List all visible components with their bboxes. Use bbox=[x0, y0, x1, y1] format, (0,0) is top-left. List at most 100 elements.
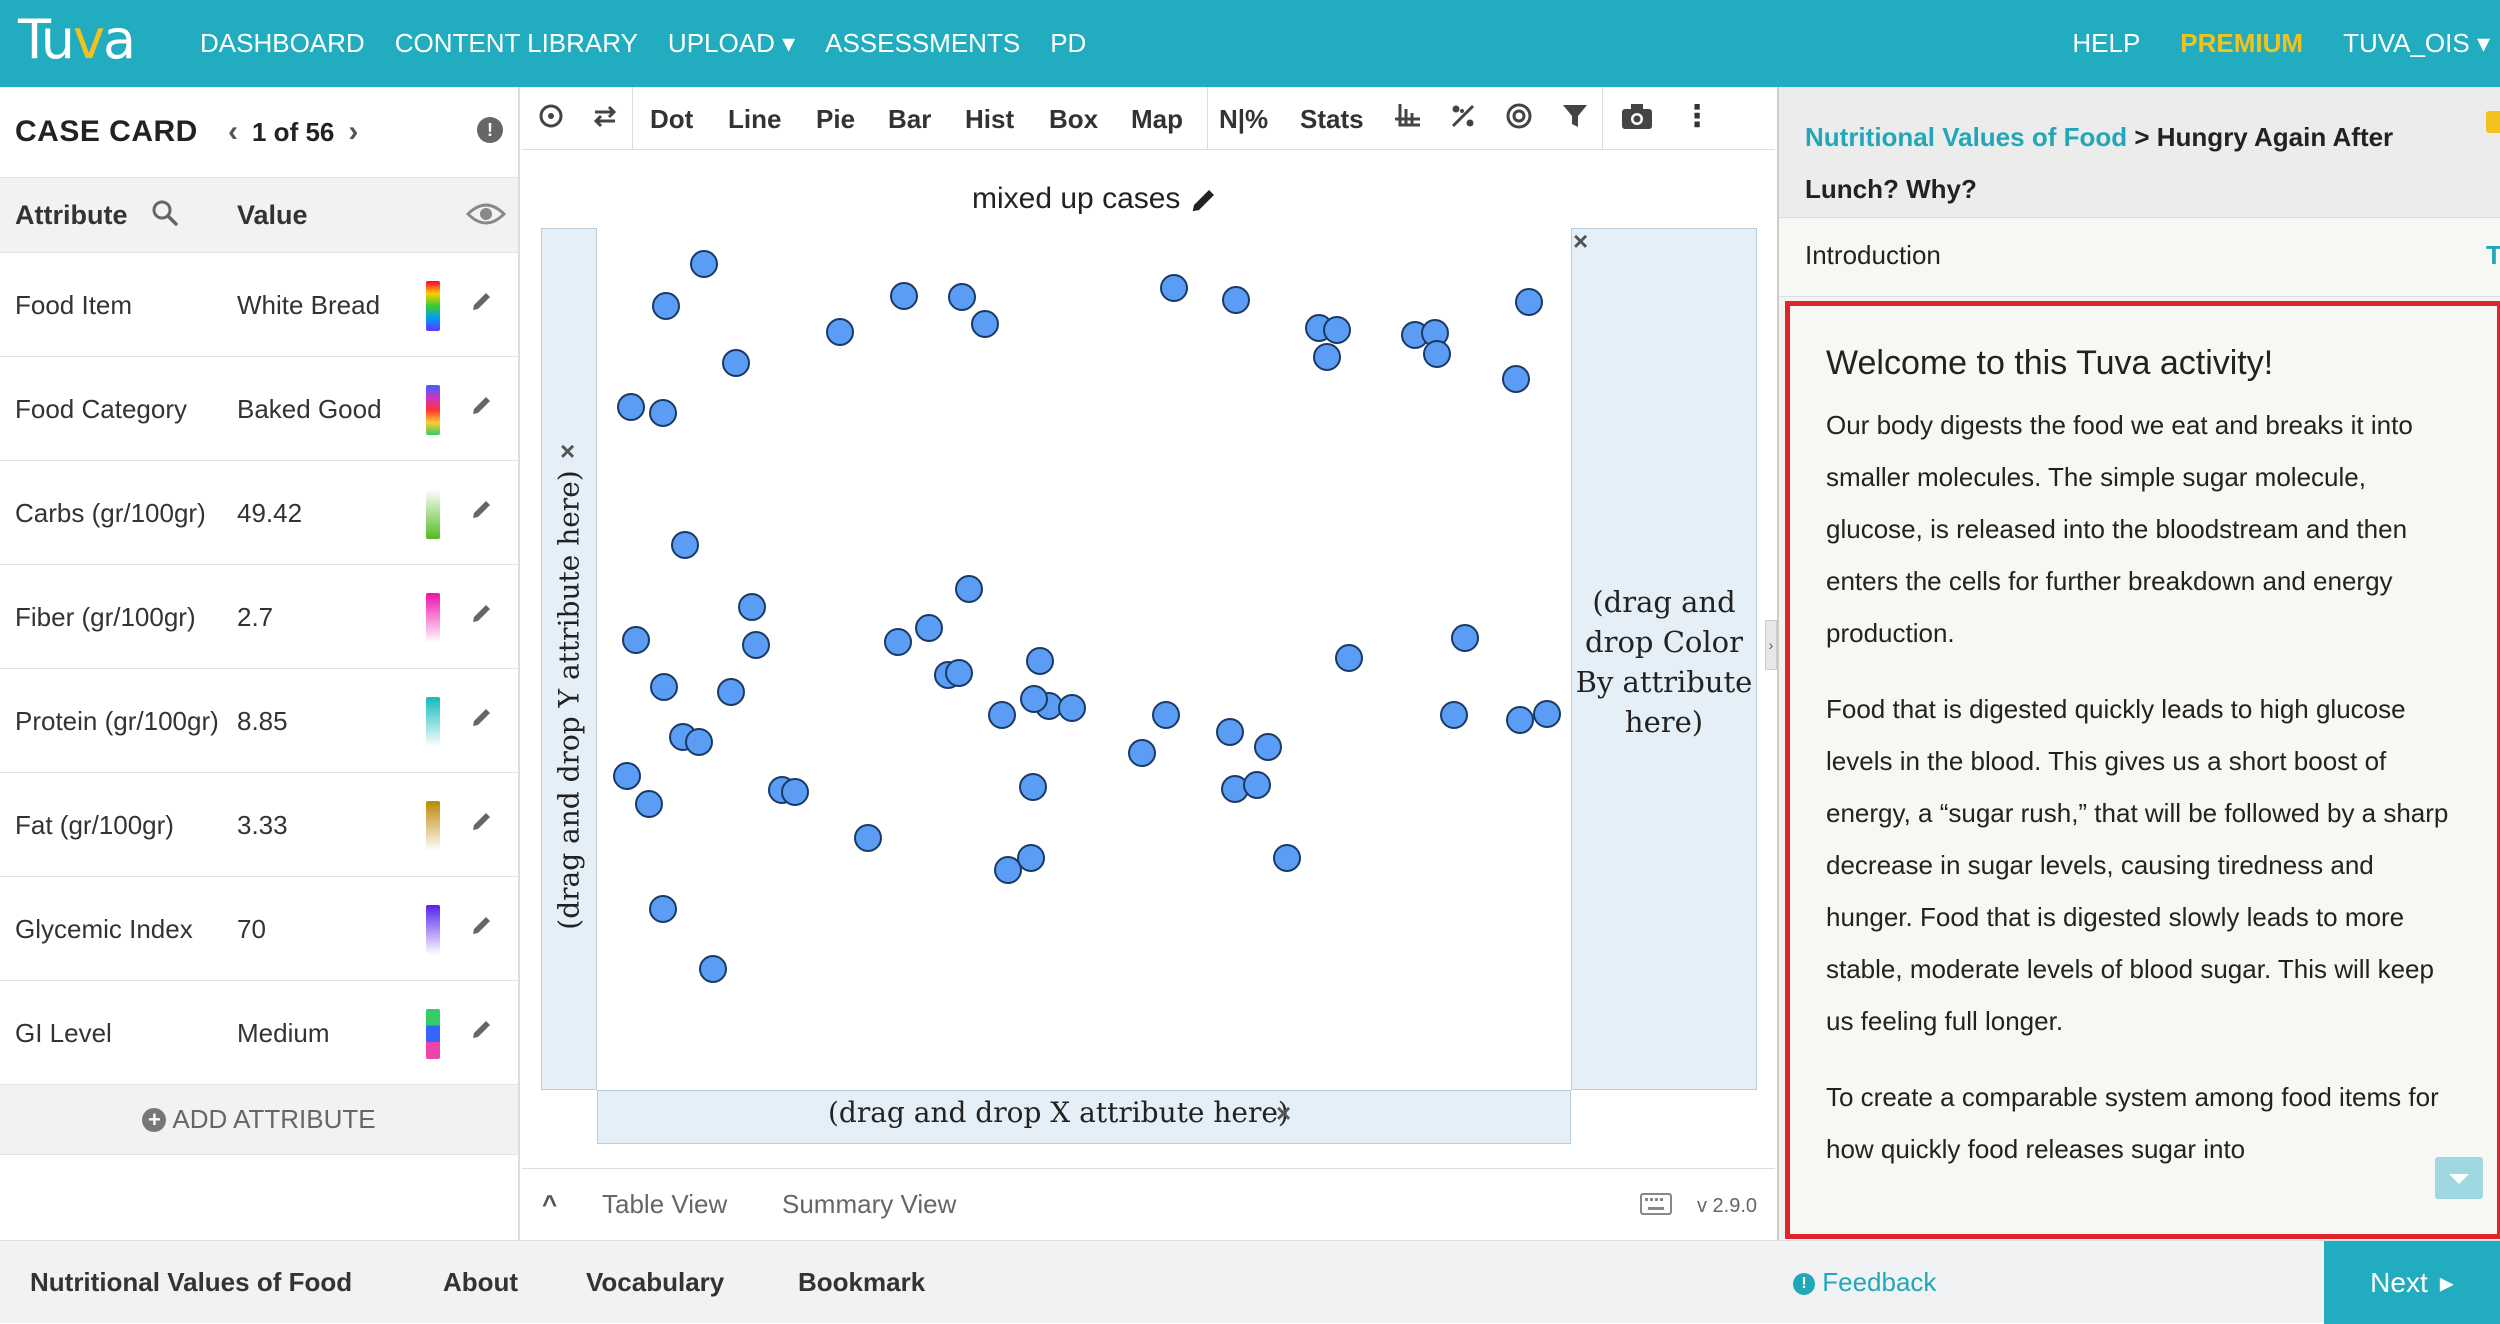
axis-lines-icon[interactable] bbox=[1392, 101, 1422, 138]
case-point[interactable] bbox=[1423, 340, 1451, 368]
case-point[interactable] bbox=[854, 824, 882, 852]
camera-icon[interactable] bbox=[1620, 101, 1654, 138]
color-scale-icon[interactable] bbox=[426, 1009, 440, 1059]
pencil-icon[interactable] bbox=[470, 809, 494, 840]
case-point[interactable] bbox=[1323, 316, 1351, 344]
dataset-link[interactable]: Nutritional Values of Food bbox=[1805, 122, 2127, 152]
close-icon[interactable]: × bbox=[1276, 1098, 1291, 1129]
reset-icon[interactable] bbox=[536, 101, 566, 138]
tool-dot[interactable]: Dot bbox=[650, 104, 693, 135]
case-point[interactable] bbox=[1313, 343, 1341, 371]
case-point[interactable] bbox=[613, 762, 641, 790]
table-view-tab[interactable]: Table View bbox=[602, 1189, 727, 1220]
keyboard-icon[interactable] bbox=[1640, 1191, 1672, 1222]
more-options-icon[interactable]: ⋮ bbox=[1682, 99, 1712, 134]
close-icon[interactable]: × bbox=[1573, 226, 1588, 257]
attribute-name[interactable]: Fiber (gr/100gr) bbox=[15, 565, 230, 669]
case-point[interactable] bbox=[685, 728, 713, 756]
info-icon[interactable]: ! bbox=[477, 117, 503, 143]
pencil-icon[interactable] bbox=[470, 497, 494, 528]
feedback-link[interactable]: ! Feedback bbox=[1793, 1267, 1936, 1298]
case-point[interactable] bbox=[1515, 288, 1543, 316]
pencil-icon[interactable] bbox=[470, 913, 494, 944]
next-button[interactable]: Next ▸ bbox=[2324, 1241, 2500, 1324]
case-point[interactable] bbox=[1019, 773, 1047, 801]
tool-bar[interactable]: Bar bbox=[888, 104, 931, 135]
tool-n-percent[interactable]: N|% bbox=[1219, 104, 1268, 135]
case-point[interactable] bbox=[1502, 365, 1530, 393]
case-point[interactable] bbox=[1020, 685, 1048, 713]
nav-assessments[interactable]: ASSESSMENTS bbox=[825, 28, 1020, 59]
eye-icon[interactable] bbox=[465, 200, 507, 235]
attribute-name[interactable]: Protein (gr/100gr) bbox=[15, 669, 230, 773]
color-scale-icon[interactable] bbox=[426, 697, 440, 747]
case-point[interactable] bbox=[1026, 647, 1054, 675]
tool-pie[interactable]: Pie bbox=[816, 104, 855, 135]
case-point[interactable] bbox=[622, 626, 650, 654]
color-scale-icon[interactable] bbox=[426, 905, 440, 955]
nav-user-menu[interactable]: TUVA_OIS ▾ bbox=[2343, 28, 2490, 59]
filter-icon[interactable] bbox=[1560, 101, 1590, 138]
pencil-icon[interactable] bbox=[470, 705, 494, 736]
case-point[interactable] bbox=[1506, 706, 1534, 734]
case-point[interactable] bbox=[826, 318, 854, 346]
case-point[interactable] bbox=[915, 614, 943, 642]
case-point[interactable] bbox=[971, 310, 999, 338]
pencil-icon[interactable] bbox=[470, 601, 494, 632]
color-scale-icon[interactable] bbox=[426, 593, 440, 643]
attribute-name[interactable]: Carbs (gr/100gr) bbox=[15, 461, 230, 565]
case-point[interactable] bbox=[1216, 718, 1244, 746]
case-point[interactable] bbox=[649, 399, 677, 427]
nav-dashboard[interactable]: DASHBOARD bbox=[200, 28, 365, 59]
case-point[interactable] bbox=[1335, 644, 1363, 672]
case-point[interactable] bbox=[742, 631, 770, 659]
attribute-name[interactable]: Glycemic Index bbox=[15, 877, 230, 981]
attribute-name[interactable]: Food Category bbox=[15, 357, 230, 461]
case-point[interactable] bbox=[635, 790, 663, 818]
case-point[interactable] bbox=[994, 856, 1022, 884]
case-point[interactable] bbox=[738, 593, 766, 621]
case-point[interactable] bbox=[1152, 701, 1180, 729]
footer-vocabulary-link[interactable]: Vocabulary bbox=[586, 1267, 724, 1298]
add-attribute-button[interactable]: + ADD ATTRIBUTE bbox=[0, 1085, 518, 1155]
nav-pd[interactable]: PD bbox=[1050, 28, 1086, 59]
summary-view-tab[interactable]: Summary View bbox=[782, 1189, 956, 1220]
case-point[interactable] bbox=[699, 955, 727, 983]
nav-upload[interactable]: UPLOAD ▾ bbox=[668, 28, 795, 59]
pencil-icon[interactable] bbox=[470, 393, 494, 424]
next-case-icon[interactable]: › bbox=[348, 115, 358, 149]
case-point[interactable] bbox=[1440, 701, 1468, 729]
color-scale-icon[interactable] bbox=[426, 801, 440, 851]
color-scale-icon[interactable] bbox=[426, 281, 440, 331]
case-point[interactable] bbox=[617, 393, 645, 421]
case-point[interactable] bbox=[1058, 694, 1086, 722]
case-point[interactable] bbox=[1160, 274, 1188, 302]
percent-icon[interactable] bbox=[1448, 101, 1478, 138]
case-point[interactable] bbox=[955, 575, 983, 603]
tool-box[interactable]: Box bbox=[1049, 104, 1098, 135]
case-point[interactable] bbox=[1254, 733, 1282, 761]
tool-stats[interactable]: Stats bbox=[1300, 104, 1364, 135]
search-icon[interactable] bbox=[150, 198, 180, 235]
color-scale-icon[interactable] bbox=[426, 489, 440, 539]
target-icon[interactable] bbox=[1504, 101, 1534, 138]
section-next-indicator[interactable]: T bbox=[2486, 240, 2500, 271]
close-icon[interactable]: × bbox=[560, 436, 575, 467]
scroll-down-button[interactable] bbox=[2435, 1157, 2483, 1199]
case-point[interactable] bbox=[722, 349, 750, 377]
tool-hist[interactable]: Hist bbox=[965, 104, 1014, 135]
tool-map[interactable]: Map bbox=[1131, 104, 1183, 135]
chevron-up-icon[interactable]: ^ bbox=[542, 1189, 557, 1220]
prev-case-icon[interactable]: ‹ bbox=[228, 115, 238, 149]
attribute-name[interactable]: GI Level bbox=[15, 981, 230, 1085]
nav-help[interactable]: HELP bbox=[2072, 28, 2140, 59]
case-point[interactable] bbox=[884, 628, 912, 656]
collapse-panel-handle[interactable]: › bbox=[1765, 620, 1777, 670]
pencil-icon[interactable] bbox=[1189, 182, 1219, 215]
case-point[interactable] bbox=[988, 701, 1016, 729]
case-point[interactable] bbox=[1273, 844, 1301, 872]
case-point[interactable] bbox=[948, 283, 976, 311]
swap-icon[interactable] bbox=[590, 101, 620, 138]
case-point[interactable] bbox=[1128, 739, 1156, 767]
tool-line[interactable]: Line bbox=[728, 104, 781, 135]
